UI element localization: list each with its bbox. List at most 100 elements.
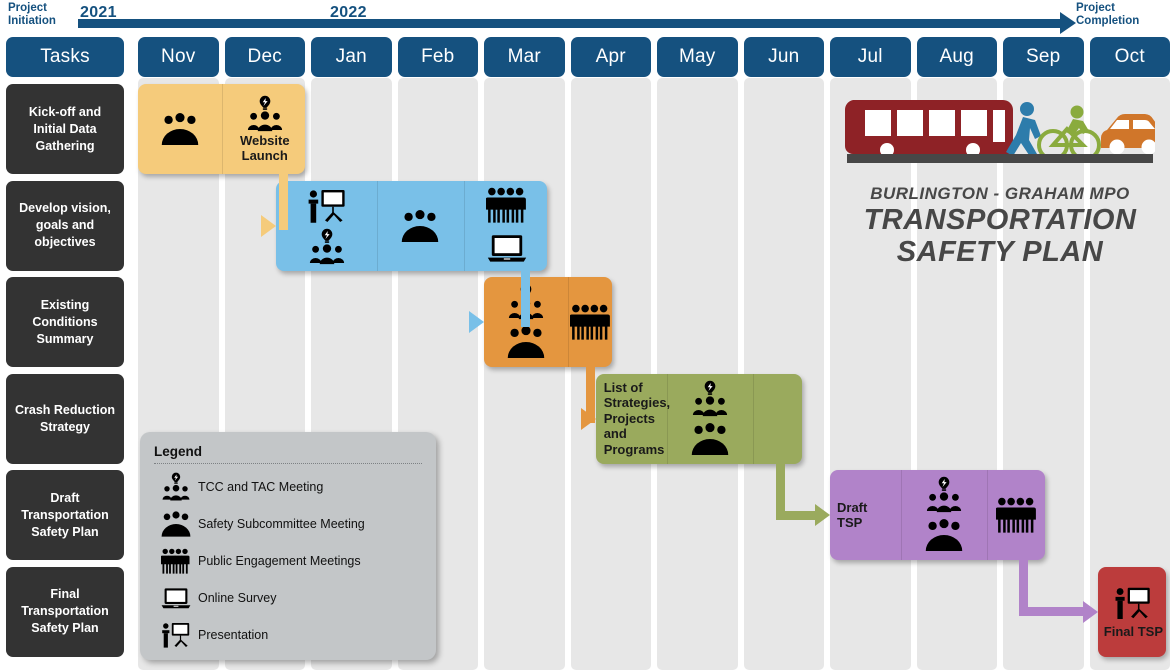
project-completion-caption: Project Completion (1076, 2, 1170, 27)
segment-content (570, 301, 612, 343)
public-engagement-icon (161, 548, 190, 574)
milestone-bar-draft-tsp[interactable]: Draft TSP (830, 470, 1045, 560)
tcc-tac-icon (309, 228, 344, 264)
milestone-label: List of Strategies, Projects and Program… (603, 379, 671, 457)
header-cell-month-feb[interactable]: Feb (397, 37, 478, 77)
task-row-label-2[interactable]: Existing Conditions Summary (6, 277, 124, 367)
milestone-segment: Final TSP (1098, 567, 1166, 657)
connector-horizontal (1018, 607, 1085, 616)
safety-subcommittee-icon (925, 519, 963, 551)
legend-icon-wrapper (154, 509, 198, 539)
header-cell-month-mar[interactable]: Mar (484, 37, 565, 77)
header-cell-month-jan[interactable]: Jan (311, 37, 392, 77)
connector-horizontal (776, 510, 816, 520)
connector-arrowhead (261, 214, 277, 237)
legend-item-label: Presentation (198, 627, 269, 642)
safety-subcommittee-icon (402, 209, 439, 242)
segment-icon-group (1114, 584, 1152, 622)
milestone-segment (753, 373, 802, 464)
connector-arrowhead (581, 407, 597, 430)
safety-subcommittee-icon (161, 113, 198, 145)
segment-content (996, 494, 1038, 536)
logo-title-line1: TRANSPORTATION (863, 204, 1137, 236)
header-cell-month-oct[interactable]: Oct (1089, 37, 1170, 77)
milestone-bar-vision[interactable] (276, 180, 548, 271)
segment-icon-group (246, 95, 284, 133)
legend-icon-wrapper (154, 472, 198, 502)
public-engagement-icon (996, 497, 1037, 533)
legend-items: TCC and TAC Meeting Safety Subcommittee M… (154, 468, 422, 653)
segment-divider (666, 373, 668, 464)
milestone-segment (276, 181, 377, 271)
timeline-bar (78, 19, 1063, 28)
milestone-segment (567, 277, 613, 367)
header-cell-month-aug[interactable]: Aug (916, 37, 997, 77)
header-cell-month-sep[interactable]: Sep (1003, 37, 1084, 77)
header-cell-month-dec[interactable]: Dec (224, 37, 305, 77)
milestone-label: Final TSP (1103, 623, 1164, 639)
header-cell-month-may[interactable]: May (657, 37, 738, 77)
milestone-bar-kickoff[interactable]: Website Launch (138, 84, 305, 174)
segment-content: List of Strategies, Projects and Program… (597, 379, 671, 458)
logo-title-line2: SAFETY PLAN (896, 236, 1104, 268)
segment-icon-group (485, 184, 528, 268)
header-cell-month-nov[interactable]: Nov (138, 37, 219, 77)
header-cell-month-jul[interactable]: Jul (830, 37, 911, 77)
segment-divider (753, 373, 755, 464)
public-engagement-icon (570, 304, 611, 340)
logo-org-name: BURLINGTON - GRAHAM MPO (870, 184, 1130, 203)
legend-item-presentation: Presentation (154, 616, 422, 653)
segment-content (307, 186, 347, 266)
segment-content (485, 184, 528, 268)
milestone-bar-crash[interactable]: List of Strategies, Projects and Program… (596, 373, 803, 464)
safety-subcommittee-icon (161, 510, 191, 537)
milestone-segment (900, 470, 988, 560)
connector-arrowhead (1083, 600, 1099, 623)
segment-content: Draft TSP (830, 500, 901, 531)
connector-arrowhead (469, 311, 484, 333)
segment-divider (567, 277, 569, 367)
milestone-segment: Draft TSP (830, 470, 901, 560)
year-label-2021: 2021 (80, 4, 117, 21)
tcc-tac-icon (162, 472, 190, 500)
legend-divider (154, 463, 422, 464)
segment-icon-group (925, 476, 963, 554)
milestone-label: Website Launch (239, 132, 290, 164)
connector-vertical (279, 170, 288, 230)
task-row-label-3[interactable]: Crash Reduction Strategy (6, 373, 124, 464)
segment-icon-group (996, 494, 1038, 536)
connector-vertical (521, 266, 531, 327)
public-engagement-icon (485, 187, 526, 223)
milestone-segment (987, 470, 1045, 560)
task-row-label-4[interactable]: Draft Transportation Safety Plan (6, 470, 124, 560)
segment-icon-group (307, 186, 347, 266)
task-row-label-0[interactable]: Kick-off and Initial Data Gathering (6, 84, 124, 174)
milestone-bar-final-tsp[interactable]: Final TSP (1098, 566, 1166, 657)
task-row-label-1[interactable]: Develop vision, goals and objectives (6, 180, 124, 271)
milestone-segment (377, 180, 464, 271)
gantt-timeline-chart: Project Initiation Project Completion 20… (0, 0, 1170, 670)
safety-subcommittee-icon (691, 422, 729, 455)
milestone-bar-existing[interactable] (484, 277, 613, 367)
header-cell-month-apr[interactable]: Apr (570, 37, 651, 77)
caption-line-2: Completion (1076, 14, 1140, 27)
presentation-icon (162, 622, 190, 648)
segment-content: Website Launch (222, 95, 306, 164)
segment-icon-group (161, 110, 199, 148)
legend-icon-wrapper (154, 546, 198, 576)
presentation-icon (308, 189, 345, 223)
legend-item-online-survey: Online Survey (154, 579, 422, 616)
header-cell-tasks[interactable]: Tasks (6, 37, 124, 77)
segment-divider (377, 180, 379, 271)
task-row-label-5[interactable]: Final Transportation Safety Plan (6, 566, 124, 657)
legend-item-safety-subcommittee: Safety Subcommittee Meeting (154, 505, 422, 542)
project-initiation-caption: Project Initiation (8, 2, 78, 27)
safety-subcommittee-icon (507, 326, 544, 358)
header-cell-month-jun[interactable]: Jun (743, 37, 824, 77)
caption-line-2: Initiation (8, 14, 56, 27)
segment-divider (221, 84, 223, 174)
legend-item-label: Public Engagement Meetings (198, 553, 361, 568)
month-column-stripe (484, 78, 565, 670)
segment-content (691, 380, 729, 458)
legend-item-label: Online Survey (198, 590, 277, 605)
